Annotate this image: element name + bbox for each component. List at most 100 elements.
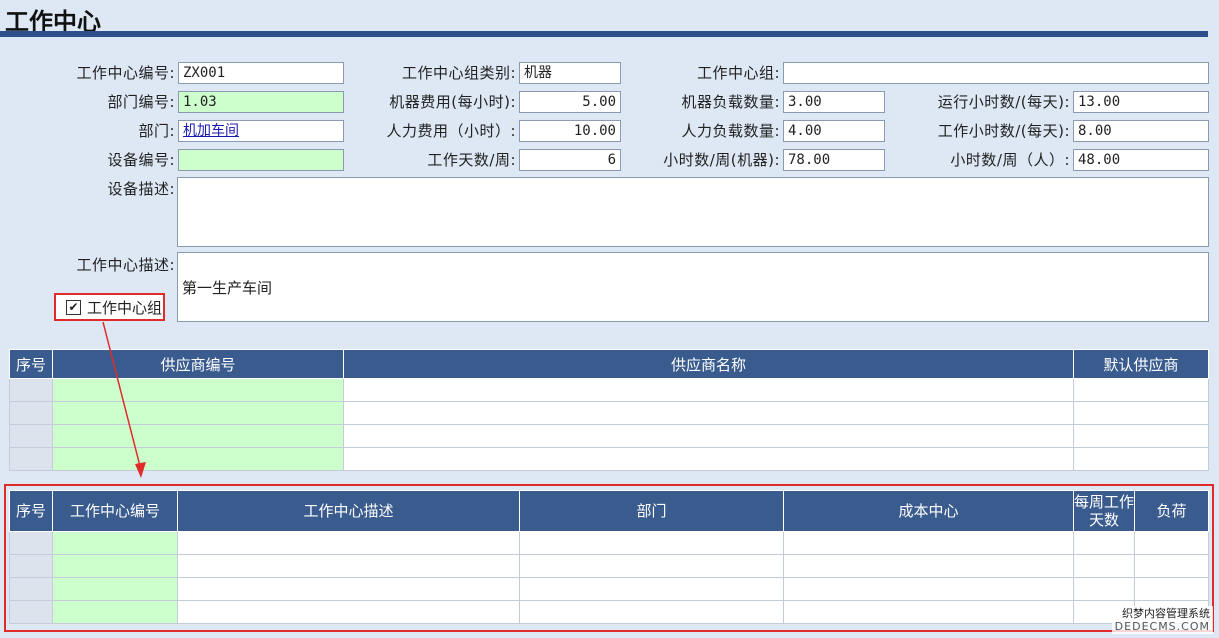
seq-cell (9, 600, 53, 624)
seq-cell (9, 531, 53, 555)
title-divider (0, 31, 1208, 37)
wc-desc-label: 工作中心描述: (76, 256, 175, 274)
wc-grid-header: 序号 工作中心编号 工作中心描述 部门 成本中心 每周工作天数 负荷 (9, 490, 1209, 532)
table-cell[interactable] (783, 577, 1074, 601)
table-cell[interactable] (177, 600, 520, 624)
table-cell[interactable] (343, 378, 1074, 402)
table-row[interactable] (9, 401, 1209, 425)
seq-cell (9, 554, 53, 578)
table-cell[interactable] (1073, 378, 1209, 402)
table-cell[interactable] (1073, 447, 1209, 471)
table-row[interactable] (9, 577, 1209, 601)
table-cell[interactable] (1073, 577, 1135, 601)
group-type-label: 工作中心组类别: (401, 64, 516, 82)
table-cell[interactable] (1134, 577, 1209, 601)
col-cost-center[interactable]: 成本中心 (783, 490, 1074, 532)
table-cell[interactable] (519, 577, 784, 601)
table-row[interactable] (9, 531, 1209, 555)
check-icon[interactable]: ✔ (66, 299, 81, 315)
labor-load-field[interactable]: 4.00 (783, 120, 885, 142)
table-cell[interactable] (1073, 554, 1135, 578)
watermark: 织梦内容管理系统 DEDECMS.COM (1111, 606, 1213, 634)
table-cell[interactable] (52, 577, 178, 601)
labor-cost-field[interactable]: 10.00 (519, 120, 621, 142)
equip-desc-textarea[interactable] (177, 177, 1209, 247)
equip-desc-label: 设备描述: (107, 180, 175, 198)
table-cell[interactable] (52, 401, 344, 425)
code-field[interactable]: ZX001 (178, 62, 344, 84)
labor-cost-label: 人力费用（小时）: (386, 122, 516, 140)
workdays-label: 工作天数/周: (427, 151, 516, 169)
table-cell[interactable] (783, 600, 1074, 624)
table-cell[interactable] (1134, 554, 1209, 578)
group-label: 工作中心组: (696, 64, 780, 82)
table-row[interactable] (9, 424, 1209, 448)
equip-code-label: 设备编号: (107, 151, 175, 169)
table-cell[interactable] (1073, 531, 1135, 555)
table-cell[interactable] (783, 554, 1074, 578)
seq-cell (9, 447, 53, 471)
col-wc-desc[interactable]: 工作中心描述 (177, 490, 520, 532)
table-row[interactable] (9, 378, 1209, 402)
dept-code-field[interactable]: 1.03 (178, 91, 344, 113)
table-cell[interactable] (52, 554, 178, 578)
labor-load-label: 人力负载数量: (681, 122, 780, 140)
run-hours-field[interactable]: 13.00 (1073, 91, 1209, 113)
code-label: 工作中心编号: (76, 64, 175, 82)
col-dept[interactable]: 部门 (519, 490, 784, 532)
machine-load-label: 机器负载数量: (681, 93, 780, 111)
col-seq[interactable]: 序号 (9, 490, 53, 532)
col-default-supplier[interactable]: 默认供应商 (1073, 349, 1209, 379)
col-supplier-code[interactable]: 供应商编号 (52, 349, 344, 379)
seq-cell (9, 378, 53, 402)
col-supplier-name[interactable]: 供应商名称 (343, 349, 1074, 379)
hours-machine-field[interactable]: 78.00 (783, 149, 885, 171)
is-group-label: 工作中心组 (87, 298, 163, 317)
seq-cell (9, 577, 53, 601)
table-cell[interactable] (1073, 401, 1209, 425)
col-seq[interactable]: 序号 (9, 349, 53, 379)
work-hours-label: 工作小时数/(每天): (937, 122, 1070, 140)
work-hours-field[interactable]: 8.00 (1073, 120, 1209, 142)
table-cell[interactable] (783, 531, 1074, 555)
table-cell[interactable] (177, 531, 520, 555)
table-cell[interactable] (1073, 424, 1209, 448)
table-cell[interactable] (343, 424, 1074, 448)
wc-grid: 序号 工作中心编号 工作中心描述 部门 成本中心 每周工作天数 负荷 (9, 490, 1209, 624)
table-cell[interactable] (519, 600, 784, 624)
table-cell[interactable] (519, 554, 784, 578)
table-row[interactable] (9, 554, 1209, 578)
machine-load-field[interactable]: 3.00 (783, 91, 885, 113)
table-cell[interactable] (177, 554, 520, 578)
table-cell[interactable] (177, 577, 520, 601)
table-cell[interactable] (52, 378, 344, 402)
dept-link[interactable]: 机加车间 (178, 120, 344, 142)
col-weekly-workdays[interactable]: 每周工作天数 (1073, 490, 1135, 532)
wc-desc-textarea[interactable]: 第一生产车间 (177, 252, 1209, 322)
table-cell[interactable] (52, 447, 344, 471)
table-cell[interactable] (52, 600, 178, 624)
table-cell[interactable] (52, 424, 344, 448)
table-row[interactable] (9, 600, 1209, 624)
table-cell[interactable] (343, 401, 1074, 425)
table-cell[interactable] (519, 531, 784, 555)
supplier-grid: 序号 供应商编号 供应商名称 默认供应商 (9, 349, 1209, 471)
group-field[interactable] (783, 62, 1209, 84)
col-load[interactable]: 负荷 (1134, 490, 1209, 532)
supplier-grid-header: 序号 供应商编号 供应商名称 默认供应商 (9, 349, 1209, 379)
table-cell[interactable] (1134, 531, 1209, 555)
machine-cost-field[interactable]: 5.00 (519, 91, 621, 113)
hours-person-label: 小时数/周（人）: (950, 151, 1070, 169)
is-group-checkbox[interactable]: ✔ 工作中心组 (54, 293, 165, 321)
workdays-field[interactable]: 6 (519, 149, 621, 171)
hours-person-field[interactable]: 48.00 (1073, 149, 1209, 171)
watermark-line1: 织梦内容管理系统 (1122, 607, 1210, 620)
table-cell[interactable] (343, 447, 1074, 471)
dept-code-label: 部门编号: (107, 93, 175, 111)
table-cell[interactable] (52, 531, 178, 555)
equip-code-field[interactable] (178, 149, 344, 171)
group-type-field[interactable]: 机器 (519, 62, 621, 84)
table-row[interactable] (9, 447, 1209, 471)
seq-cell (9, 401, 53, 425)
col-wc-code[interactable]: 工作中心编号 (52, 490, 178, 532)
